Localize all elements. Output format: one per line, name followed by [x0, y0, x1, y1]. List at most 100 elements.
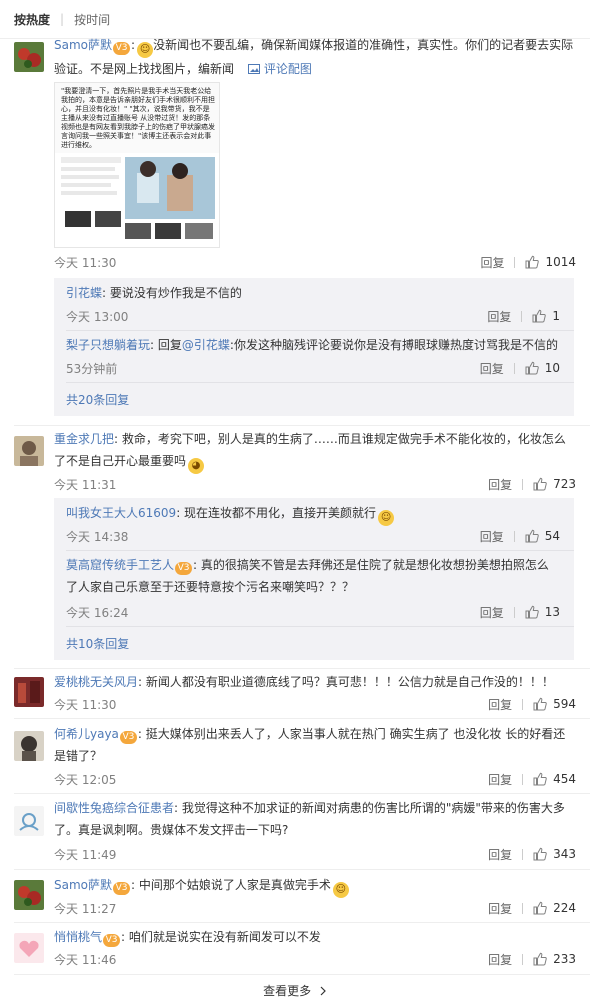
- reply-username[interactable]: 引花蝶: [66, 286, 102, 300]
- like-button[interactable]: 343: [533, 847, 576, 861]
- reply-time: 今天 16:24: [66, 605, 129, 620]
- comment-item: 悄悄桃气 V3: 咱们就是说实在没有新闻发可以不发 今天 11:46 回复 233: [0, 923, 590, 973]
- comment-username[interactable]: Samo萨默: [54, 878, 112, 892]
- see-more-button[interactable]: 查看更多: [0, 982, 590, 999]
- reply-button[interactable]: 回复: [488, 476, 512, 493]
- like-button[interactable]: 10: [525, 361, 560, 375]
- avatar[interactable]: [14, 42, 44, 72]
- like-button[interactable]: 723: [533, 477, 576, 491]
- meta-separator: [521, 310, 523, 322]
- comment-time: 今天 11:30: [54, 697, 117, 712]
- comment-meta: 今天 11:31 回复 723: [54, 474, 576, 494]
- comment-meta: 今天 11:46 回复 233: [54, 949, 576, 969]
- like-count: 224: [553, 901, 576, 915]
- user-badge: V3: [175, 562, 193, 575]
- comment-username[interactable]: 爱桃桃无关风月: [54, 675, 138, 689]
- like-count: 1014: [545, 255, 576, 269]
- comment-username[interactable]: 悄悄桃气: [54, 930, 102, 944]
- comment-time: 今天 11:30: [54, 255, 117, 270]
- reply-button[interactable]: 回复: [488, 951, 512, 968]
- laugh-emoji-icon: ☺: [332, 882, 349, 898]
- comment-time: 今天 12:05: [54, 772, 117, 787]
- see-more-label: 查看更多: [263, 984, 312, 998]
- reply-thread: 叫我女王大人61609: 现在连妆都不用化，直接开美颜就行 ☺ 今天 14:38 …: [54, 498, 574, 660]
- thumb-up-icon: [533, 901, 547, 915]
- meta-separator: [522, 698, 524, 710]
- like-count: 343: [553, 847, 576, 861]
- like-button[interactable]: 224: [533, 901, 576, 915]
- like-button[interactable]: 233: [533, 952, 576, 966]
- user-badge: V3: [113, 42, 131, 55]
- avatar[interactable]: [14, 806, 44, 836]
- like-count: 1: [552, 309, 560, 323]
- comment-image-link-label: 评论配图: [263, 62, 312, 76]
- like-button[interactable]: 1: [532, 309, 560, 323]
- comment-text-block: 何希儿yaya V3: 挺大媒体别出来丢人了，人家当事人就在热门 确实生病了 也没…: [54, 727, 566, 763]
- like-count: 594: [553, 697, 576, 711]
- reply-button[interactable]: 回复: [488, 696, 512, 713]
- user-badge: V3: [119, 731, 137, 744]
- comment-time: 今天 11:27: [54, 901, 117, 916]
- chevron-right-icon: [320, 986, 326, 996]
- reply-button[interactable]: 回复: [480, 360, 504, 377]
- mention-link[interactable]: @引花蝶: [182, 338, 230, 352]
- divider: [66, 330, 574, 331]
- reply-username[interactable]: 莫高窟传统手工艺人: [66, 558, 174, 572]
- comment-item: 何希儿yaya V3: 挺大媒体别出来丢人了，人家当事人就在热门 确实生病了 也没…: [0, 719, 590, 791]
- reply-button[interactable]: 回复: [488, 900, 512, 917]
- reply-button[interactable]: 回复: [487, 308, 511, 325]
- avatar[interactable]: [14, 880, 44, 910]
- comment-username[interactable]: Samo萨默: [54, 38, 112, 52]
- comment-image-link[interactable]: 评论配图: [247, 62, 312, 76]
- more-replies-link[interactable]: 共10条回复: [66, 635, 129, 652]
- like-button[interactable]: 13: [525, 605, 560, 619]
- reply-username[interactable]: 叫我女王大人61609: [66, 506, 176, 520]
- more-replies-link[interactable]: 共20条回复: [66, 391, 129, 408]
- like-count: 723: [553, 477, 576, 491]
- like-button[interactable]: 54: [525, 529, 560, 543]
- comment-text-block: 重金求几把: 救命，考究下吧，别人是真的生病了……而且谁规定做完手术不能化妆的，…: [54, 428, 576, 474]
- reply-meta: 53分钟前 回复 10: [66, 358, 560, 378]
- user-badge: V3: [113, 882, 131, 895]
- like-button[interactable]: 1014: [525, 255, 576, 269]
- picture-icon: [247, 64, 260, 74]
- reply-text-block: 梨子只想躺着玩: 回复@引花蝶:你发这种脑残评论要说你是没有搏眼球赚热度讨骂我是…: [66, 338, 558, 352]
- comment-text-block: Samo萨默 V3: 中间那个姑娘说了人家是真做完手术 ☺: [54, 874, 576, 898]
- thumb-up-icon: [525, 361, 539, 375]
- reply-button[interactable]: 回复: [488, 846, 512, 863]
- reply-button[interactable]: 回复: [480, 604, 504, 621]
- divider: [66, 626, 574, 627]
- reply-username[interactable]: 梨子只想躺着玩: [66, 338, 150, 352]
- meta-separator: [522, 478, 524, 490]
- like-button[interactable]: 454: [533, 772, 576, 786]
- reply-text: :你发这种脑残评论要说你是没有搏眼球赚热度讨骂我是不信的: [229, 338, 558, 352]
- comment-attached-image[interactable]: "我要澄清一下，首先照片是我手术当天我老公给我拍的，本意是告诉亲朋好友们手术很顺…: [54, 82, 220, 248]
- like-count: 233: [553, 952, 576, 966]
- like-count: 54: [544, 529, 560, 543]
- reply-button[interactable]: 回复: [480, 528, 504, 545]
- comment-time: 今天 11:49: [54, 847, 117, 862]
- shy-emoji-icon: ◕: [188, 458, 205, 474]
- divider: [66, 382, 574, 383]
- comment-meta: 今天 11:49 回复 343: [54, 844, 576, 864]
- comment-username[interactable]: 何希儿yaya: [54, 727, 119, 741]
- reply-button[interactable]: 回复: [488, 771, 512, 788]
- thumb-up-icon: [533, 847, 547, 861]
- laugh-emoji-icon: ☺: [137, 42, 154, 58]
- avatar[interactable]: [14, 933, 44, 963]
- avatar[interactable]: [14, 677, 44, 707]
- avatar[interactable]: [14, 436, 44, 466]
- divider: [66, 550, 574, 551]
- comment-username[interactable]: 间歇性兔癌综合征患者: [54, 801, 174, 815]
- comment-meta: 今天 11:30 回复 594: [54, 694, 576, 714]
- meta-separator: [513, 362, 515, 374]
- comment-username[interactable]: 重金求几把: [54, 432, 114, 446]
- like-button[interactable]: 594: [533, 697, 576, 711]
- reply-time: 今天 14:38: [66, 529, 129, 544]
- comment-time: 今天 11:31: [54, 477, 117, 492]
- reply-button[interactable]: 回复: [480, 254, 504, 271]
- comment-text-block: Samo萨默 V3: ☺ 没新闻也不要乱编，确保新闻媒体报道的准确性，真实性。你们的记…: [54, 38, 574, 76]
- meta-separator: [513, 530, 515, 542]
- comment-text: 中间那个姑娘说了人家是真做完手术: [138, 878, 331, 892]
- avatar[interactable]: [14, 731, 44, 761]
